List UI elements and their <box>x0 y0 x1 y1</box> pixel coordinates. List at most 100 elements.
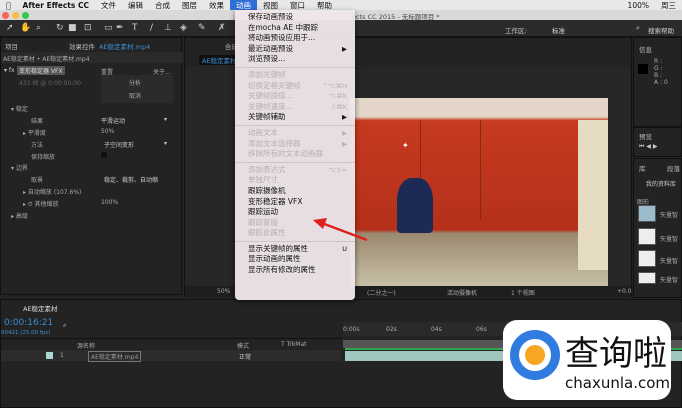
roto-brush-tool-icon[interactable]: ✎ <box>198 23 206 33</box>
label: 其他缩放 <box>34 201 59 208</box>
menu-animation[interactable]: 动画 <box>229 0 257 11</box>
col-mode[interactable]: 模式 <box>237 341 249 350</box>
chevron-down-icon[interactable]: ▾ <box>164 116 167 123</box>
additional-scale-row[interactable]: ▸ ⏱ 其他缩放 <box>23 199 59 209</box>
menu-item[interactable]: 显示动画的属性 <box>235 254 355 265</box>
resolution-select[interactable]: (二分之一) <box>367 288 396 297</box>
analyze-button[interactable]: 分析 <box>129 78 141 87</box>
clone-stamp-tool-icon[interactable]: ⊥ <box>164 23 172 33</box>
library-select[interactable]: 我的资料库 <box>646 179 676 188</box>
section-stabilization[interactable]: ▾ 稳定 <box>11 104 28 113</box>
search-icon[interactable]: ⌕ <box>636 24 640 33</box>
auto-scale-row[interactable]: ▸ 自动缩放 (107.6%) <box>23 187 81 196</box>
col-trkmat[interactable]: T TrkMat <box>281 341 307 348</box>
menu-separator <box>235 161 355 163</box>
library-item[interactable]: 矢量智 <box>660 210 678 219</box>
library-thumbnail[interactable] <box>638 205 656 222</box>
tab-project[interactable]: 项目 <box>5 41 18 51</box>
workspace-select[interactable]: 标准 <box>552 25 565 35</box>
library-item[interactable]: 矢量智 <box>660 256 678 265</box>
tab-paragraph[interactable]: 段落 <box>667 163 680 173</box>
fx-icon[interactable]: ▾ fx <box>4 67 15 74</box>
tab-preview[interactable]: 预览 <box>639 131 652 141</box>
minimize-button[interactable] <box>12 11 19 19</box>
brush-tool-icon[interactable]: / <box>150 23 153 33</box>
rectangle-tool-icon[interactable]: ▭ <box>104 23 113 33</box>
result-dropdown[interactable]: 平滑运动 <box>101 116 125 125</box>
library-item[interactable]: 矢量智 <box>660 275 678 284</box>
menu-view[interactable]: 视图 <box>257 0 284 11</box>
framing-dropdown[interactable]: 稳定、裁剪、自动缩 <box>104 175 158 184</box>
library-thumbnail[interactable] <box>638 228 656 245</box>
chevron-down-icon[interactable]: ▾ <box>164 140 167 147</box>
menu-item[interactable]: 将动画预设应用于... <box>235 33 355 44</box>
exposure-value[interactable]: +0.0 <box>617 288 632 295</box>
menu-item[interactable]: 关键帧辅助 ▶ <box>235 112 355 123</box>
tick-label: 02s <box>386 326 397 333</box>
label-color[interactable] <box>46 352 53 359</box>
layer-row[interactable]: 1 AE稳定素材.mp4 正常 <box>1 350 341 362</box>
library-item[interactable]: 矢量智 <box>660 234 678 243</box>
menu-item[interactable]: 最近动画预设 ▶ <box>235 44 355 55</box>
apple-icon[interactable]:  <box>0 1 17 10</box>
menu-item[interactable]: 浏览预设... <box>235 54 355 65</box>
tab-effect-controls[interactable]: 效果控件 <box>69 41 95 51</box>
shortcut: ⇧⌘K <box>330 102 347 111</box>
menu-effect[interactable]: 效果 <box>203 0 230 11</box>
section-advanced[interactable]: ▸ 高级 <box>11 211 28 220</box>
menu-window[interactable]: 窗口 <box>284 0 311 11</box>
additional-scale-value[interactable]: 100% <box>101 199 118 206</box>
menu-item[interactable]: 变形稳定器 VFX <box>235 197 355 208</box>
timecode[interactable]: 0:00:16:21 <box>4 318 53 328</box>
tab-effect-controls-file[interactable]: AE稳定素材.mp4 <box>99 41 150 51</box>
rotate-tool-icon[interactable]: ↻ <box>56 23 64 33</box>
method-dropdown[interactable]: 子空间变形 <box>104 140 134 149</box>
close-button[interactable] <box>2 11 9 19</box>
cancel-button[interactable]: 取消 <box>129 91 141 100</box>
zoom-select[interactable]: 50% <box>217 288 230 295</box>
watermark-text: 查询啦 <box>565 334 667 374</box>
search-help-field[interactable]: 搜索帮助 <box>648 25 674 35</box>
menu-edit[interactable]: 编辑 <box>122 0 149 11</box>
selection-tool-icon[interactable]: ➚ <box>6 23 14 33</box>
pan-behind-tool-icon[interactable]: ⊡ <box>84 23 92 33</box>
tab-info[interactable]: 信息 <box>639 44 652 54</box>
menu-file[interactable]: 文件 <box>95 0 122 11</box>
tab-library[interactable]: 库 <box>639 163 646 173</box>
layer-name[interactable]: AE稳定素材.mp4 <box>88 351 142 362</box>
smoothness-value[interactable]: 50% <box>101 128 114 135</box>
views-select[interactable]: 1 个视图 <box>511 288 535 297</box>
menu-help[interactable]: 帮助 <box>311 0 338 11</box>
eraser-tool-icon[interactable]: ◈ <box>180 23 187 33</box>
library-thumbnail[interactable] <box>638 272 656 284</box>
pen-tool-icon[interactable]: ✒ <box>116 23 124 33</box>
preserve-scale-checkbox[interactable] <box>101 152 107 158</box>
col-source-name[interactable]: 源名称 <box>77 341 95 350</box>
layer-mode-select[interactable]: 正常 <box>239 352 251 361</box>
zoom-button[interactable] <box>22 11 29 19</box>
effect-name[interactable]: 变形稳定器 VFX <box>17 66 65 75</box>
section-borders[interactable]: ▾ 边界 <box>11 163 28 172</box>
menu-item[interactable]: 跟踪摄像机 <box>235 186 355 197</box>
menu-item[interactable]: 在mocha AE 中跟踪 <box>235 23 355 34</box>
camera-tool-icon[interactable]: ■ <box>68 23 77 33</box>
zoom-tool-icon[interactable]: ⌕ <box>36 23 41 33</box>
label: 边界 <box>15 165 28 172</box>
comp-name-tab[interactable]: AE稳定素材 <box>199 55 240 65</box>
camera-select[interactable]: 活动摄像机 <box>447 288 477 297</box>
library-thumbnail[interactable] <box>638 250 656 267</box>
app-menu[interactable]: After Effects CC <box>17 1 95 10</box>
menu-layer[interactable]: 图层 <box>176 0 203 11</box>
hand-tool-icon[interactable]: ✋ <box>20 23 31 33</box>
menu-composition[interactable]: 合成 <box>149 0 176 11</box>
text-tool-icon[interactable]: T <box>132 23 138 33</box>
menu-item[interactable]: 显示所有修改的属性 <box>235 265 355 276</box>
tick-label: 06s <box>476 326 487 333</box>
search-icon[interactable]: ⌕ <box>63 322 66 330</box>
puppet-pin-tool-icon[interactable]: ✗ <box>218 23 226 33</box>
tab-timeline[interactable]: AE稳定素材 <box>23 303 58 313</box>
anchor-point-icon[interactable]: ✦ <box>402 141 409 150</box>
playback-controls[interactable]: ⏮ ◀ ▶ <box>639 143 657 151</box>
menu-item[interactable]: 保存动画预设 <box>235 12 355 23</box>
smoothness-row[interactable]: ▸ 平滑度 <box>23 128 46 137</box>
